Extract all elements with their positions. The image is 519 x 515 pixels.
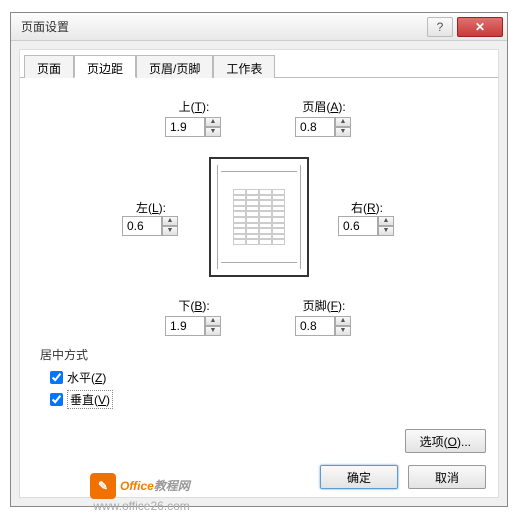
dialog-footer: 确定 取消 [320, 465, 486, 489]
top-spinner[interactable]: ▲▼ [165, 117, 223, 137]
footer-spinner[interactable]: ▲▼ [295, 316, 353, 336]
center-group: 居中方式 水平(Z) 垂直(V) [40, 346, 478, 409]
dialog-body: 页面 页边距 页眉/页脚 工作表 上(T): ▲▼ 页眉(A): ▲ [19, 49, 499, 498]
ok-button[interactable]: 确定 [320, 465, 398, 489]
spin-up-icon[interactable]: ▲ [205, 117, 221, 127]
spin-up-icon[interactable]: ▲ [335, 117, 351, 127]
right-label: 右(R): [351, 201, 383, 215]
spin-down-icon[interactable]: ▼ [205, 127, 221, 137]
header-spinner[interactable]: ▲▼ [295, 117, 353, 137]
top-label: 上(T): [149, 98, 239, 115]
left-spinner[interactable]: ▲▼ [122, 216, 180, 236]
bottom-row: 下(B): ▲▼ 页脚(F): ▲▼ [40, 297, 478, 336]
right-spinner[interactable]: ▲▼ [338, 216, 396, 236]
header-label: 页眉(A): [279, 98, 369, 115]
spin-down-icon[interactable]: ▼ [162, 226, 178, 236]
footer-field: 页脚(F): ▲▼ [279, 297, 369, 336]
vertical-label: 垂直(V) [67, 390, 113, 409]
spin-down-icon[interactable]: ▼ [205, 326, 221, 336]
tab-sheet[interactable]: 工作表 [213, 55, 275, 78]
close-button[interactable]: ✕ [457, 17, 503, 37]
options-row: 选项(O)... [405, 429, 486, 453]
bottom-input[interactable] [165, 316, 205, 336]
top-input[interactable] [165, 117, 205, 137]
center-group-title: 居中方式 [40, 346, 478, 363]
bottom-spinner[interactable]: ▲▼ [165, 316, 223, 336]
tab-content: 上(T): ▲▼ 页眉(A): ▲▼ 左(L): [20, 78, 498, 497]
horizontal-checkbox[interactable] [50, 371, 63, 384]
left-label: 左(L): [136, 201, 166, 215]
header-input[interactable] [295, 117, 335, 137]
spin-down-icon[interactable]: ▼ [335, 127, 351, 137]
spin-down-icon[interactable]: ▼ [378, 226, 394, 236]
dialog-title: 页面设置 [21, 18, 427, 35]
tab-page[interactable]: 页面 [24, 55, 74, 78]
titlebar: 页面设置 ? ✕ [11, 13, 507, 41]
vertical-checkbox[interactable] [50, 393, 63, 406]
tab-headerfooter[interactable]: 页眉/页脚 [136, 55, 213, 78]
page-setup-dialog: 页面设置 ? ✕ 页面 页边距 页眉/页脚 工作表 上(T): ▲▼ 页眉(A)… [10, 12, 508, 507]
page-preview [209, 157, 309, 277]
options-button[interactable]: 选项(O)... [405, 429, 486, 453]
tab-margins[interactable]: 页边距 [74, 55, 136, 78]
tab-strip: 页面 页边距 页眉/页脚 工作表 [20, 50, 498, 78]
spin-down-icon[interactable]: ▼ [335, 326, 351, 336]
cancel-button[interactable]: 取消 [408, 465, 486, 489]
mid-row: 左(L): ▲▼ 右(R): [40, 157, 478, 277]
spin-up-icon[interactable]: ▲ [205, 316, 221, 326]
spin-up-icon[interactable]: ▲ [335, 316, 351, 326]
bottom-label: 下(B): [149, 297, 239, 314]
horizontal-label: 水平(Z) [67, 369, 106, 386]
top-row: 上(T): ▲▼ 页眉(A): ▲▼ [40, 98, 478, 137]
left-input[interactable] [122, 216, 162, 236]
footer-label: 页脚(F): [279, 297, 369, 314]
preview-grid [233, 189, 285, 245]
left-field: 左(L): ▲▼ [111, 199, 191, 236]
header-field: 页眉(A): ▲▼ [279, 98, 369, 137]
spin-up-icon[interactable]: ▲ [378, 216, 394, 226]
footer-input[interactable] [295, 316, 335, 336]
right-field: 右(R): ▲▼ [327, 199, 407, 236]
bottom-field: 下(B): ▲▼ [149, 297, 239, 336]
spin-up-icon[interactable]: ▲ [162, 216, 178, 226]
right-input[interactable] [338, 216, 378, 236]
top-field: 上(T): ▲▼ [149, 98, 239, 137]
help-button[interactable]: ? [427, 17, 453, 37]
